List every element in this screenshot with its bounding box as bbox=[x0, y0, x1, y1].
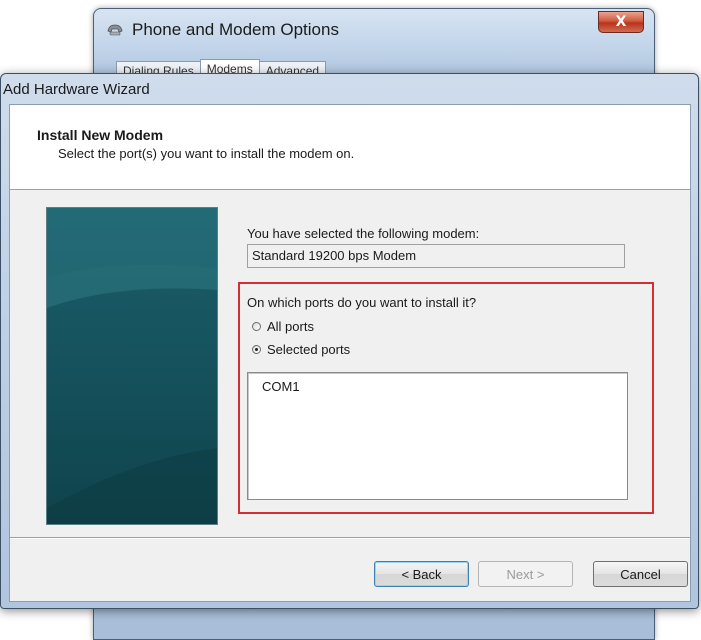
radio-checked-icon bbox=[252, 345, 261, 354]
wizard-side-graphic bbox=[46, 207, 218, 525]
header-subtitle: Select the port(s) you want to install t… bbox=[58, 146, 355, 161]
radio-unchecked-icon bbox=[252, 322, 261, 331]
header-title: Install New Modem bbox=[37, 127, 164, 143]
selected-modem-label: You have selected the following modem: bbox=[247, 226, 480, 241]
selected-ports-radio[interactable]: Selected ports bbox=[252, 342, 350, 357]
cancel-button[interactable]: Cancel bbox=[593, 561, 688, 587]
port-list[interactable]: COM1 bbox=[247, 372, 628, 500]
dialog-title: Add Hardware Wizard bbox=[3, 81, 150, 98]
close-icon: X bbox=[615, 14, 627, 30]
window-title: Phone and Modem Options bbox=[132, 20, 339, 39]
add-hardware-wizard-dialog: Add Hardware Wizard Install New Modem Se… bbox=[0, 73, 699, 609]
next-button[interactable]: Next > bbox=[478, 561, 573, 587]
phone-modem-icon bbox=[106, 22, 124, 36]
wizard-content: Install New Modem Select the port(s) you… bbox=[9, 104, 691, 602]
all-ports-label: All ports bbox=[267, 319, 314, 334]
back-button[interactable]: < Back bbox=[374, 561, 469, 587]
selected-ports-label: Selected ports bbox=[267, 342, 351, 357]
ports-question-label: On which ports do you want to install it… bbox=[247, 295, 477, 310]
port-list-item-com1[interactable]: COM1 bbox=[262, 379, 300, 394]
all-ports-radio[interactable]: All ports bbox=[252, 319, 314, 334]
button-separator bbox=[10, 537, 690, 539]
selected-modem-field: Standard 19200 bps Modem bbox=[247, 244, 625, 268]
close-button[interactable]: X bbox=[598, 11, 644, 33]
wizard-header: Install New Modem Select the port(s) you… bbox=[10, 105, 690, 190]
